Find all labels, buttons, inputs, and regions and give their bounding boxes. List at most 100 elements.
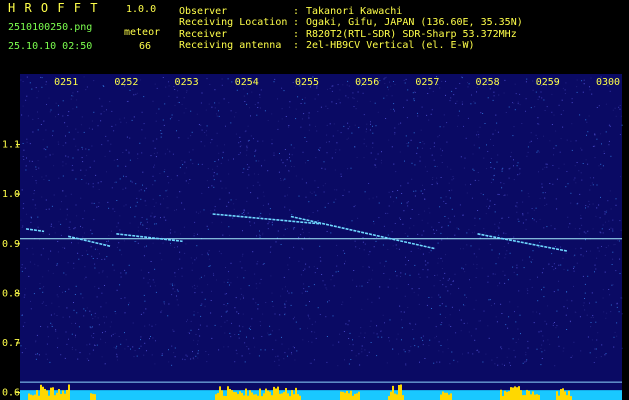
band-peak — [392, 385, 394, 400]
x-tick-label: 0258 — [476, 77, 500, 88]
band-peak — [358, 391, 360, 400]
band-peak — [64, 393, 66, 400]
band-peak — [442, 391, 444, 400]
band-peak — [42, 386, 44, 400]
x-tick-label: 0253 — [175, 77, 199, 88]
band-peak — [562, 388, 564, 400]
band-peak — [52, 387, 54, 400]
band-peak — [44, 388, 46, 400]
band-peak — [518, 386, 520, 400]
band-peak — [448, 394, 450, 400]
band-peak — [340, 391, 342, 400]
y-tick-label: 0.9 — [2, 239, 20, 250]
band-peak — [500, 389, 502, 400]
band-peak — [251, 392, 253, 400]
band-peak — [504, 390, 506, 400]
band-peak — [219, 386, 221, 400]
band-peak — [532, 391, 534, 400]
band-peak — [229, 388, 231, 400]
y-tick-label: 1.0 — [2, 189, 20, 200]
band-peak — [450, 393, 452, 400]
band-peak — [285, 387, 287, 400]
band-peak — [568, 390, 570, 400]
band-peak — [269, 391, 271, 400]
band-peak — [534, 394, 536, 400]
spectrogram-chart: 1.1 1.0 0.9 0.8 0.7 0.6 0251 0252 0253 0254 0255 02… — [0, 74, 623, 400]
band-peak — [66, 389, 68, 400]
y-tick-label: 1.1 — [2, 140, 20, 151]
band-peak — [560, 389, 562, 400]
band-peak — [291, 390, 293, 400]
band-peak — [46, 390, 48, 400]
band-peak — [62, 390, 64, 400]
band-peak — [556, 391, 558, 400]
band-peak — [275, 388, 277, 400]
band-peak — [283, 392, 285, 400]
band-peak — [235, 392, 237, 400]
band-peak — [297, 394, 299, 400]
x-tick-label: 0254 — [235, 77, 259, 88]
band-peak — [564, 391, 566, 400]
band-peak — [32, 395, 34, 400]
band-peak — [526, 389, 528, 400]
band-peak — [34, 394, 36, 400]
band-peak — [265, 388, 267, 400]
band-peak — [299, 395, 301, 400]
band-peak — [223, 395, 225, 400]
band-peak — [506, 392, 508, 400]
band-peak — [217, 392, 219, 400]
band-peak — [68, 384, 70, 400]
x-tick-label: 0300 — [596, 77, 620, 88]
band-peak — [394, 393, 396, 400]
band-peak — [440, 394, 442, 400]
band-peak — [356, 393, 358, 400]
band-peak — [520, 390, 522, 400]
band-peak — [215, 394, 217, 400]
band-peak — [538, 394, 540, 400]
band-peak — [243, 395, 245, 400]
x-tick-label: 0256 — [355, 77, 379, 88]
band-peak — [354, 393, 356, 400]
band-peak — [36, 390, 38, 400]
band-peak — [536, 394, 538, 400]
band-peak — [390, 391, 392, 400]
band-peak — [54, 395, 56, 400]
band-peak — [344, 392, 346, 400]
x-tick-label: 0259 — [536, 77, 560, 88]
band-peak — [516, 387, 518, 400]
x-tick-label: 0251 — [54, 77, 78, 88]
y-tick-label: 0.7 — [2, 338, 20, 349]
band-peak — [295, 387, 297, 400]
y-tick-label: 0.6 — [2, 388, 20, 399]
band-peak — [253, 394, 255, 400]
x-tick-label: 0252 — [114, 77, 138, 88]
band-peak — [287, 393, 289, 400]
band-peak — [245, 388, 247, 400]
band-peak — [446, 392, 448, 400]
band-peak — [293, 394, 295, 400]
band-peak — [221, 390, 223, 400]
band-peak — [92, 393, 94, 400]
band-peak — [255, 394, 257, 400]
band-peak — [28, 393, 30, 400]
band-peak — [398, 385, 400, 400]
band-peak — [233, 391, 235, 400]
band-peak — [348, 393, 350, 400]
band-peak — [273, 386, 275, 400]
band-peak — [510, 387, 512, 400]
band-peak — [40, 384, 42, 400]
band-peak — [570, 396, 572, 400]
band-peak — [400, 384, 402, 400]
band-peak — [237, 394, 239, 400]
band-peak — [281, 393, 283, 400]
band-peak — [261, 396, 263, 400]
band-peak — [90, 393, 92, 400]
band-peak — [227, 386, 229, 400]
band-peak — [94, 394, 96, 400]
band-peak — [277, 386, 279, 400]
band-peak — [56, 392, 58, 400]
band-peak — [396, 394, 398, 400]
band-peak — [512, 387, 514, 400]
band-peak — [58, 389, 60, 400]
band-peak — [524, 395, 526, 400]
